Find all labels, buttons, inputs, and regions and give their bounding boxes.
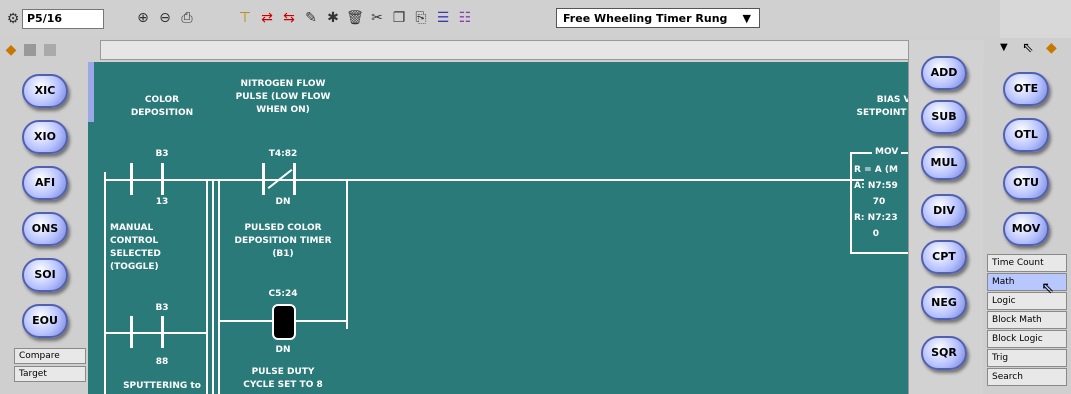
contact1-left (130, 163, 133, 195)
mov-button[interactable]: MOV (1003, 212, 1049, 246)
copy-icon[interactable]: ❐ (390, 9, 408, 27)
print-icon[interactable]: ⎙ (178, 9, 196, 27)
sub-button[interactable]: SUB (921, 100, 967, 134)
diamond-icon[interactable]: ◆ (1046, 40, 1057, 56)
add-button[interactable]: ADD (921, 56, 967, 90)
category-search[interactable]: Search (987, 368, 1067, 386)
contact2-address: B3 (155, 303, 169, 313)
mov-line: 0 (854, 229, 880, 239)
eou-button[interactable]: EOU (22, 304, 68, 338)
otl-button[interactable]: OTL (1003, 118, 1049, 152)
branch-wire (106, 332, 206, 334)
zoom-in-icon[interactable]: ⊕ (134, 9, 152, 27)
otu-button[interactable]: OTU (1003, 166, 1049, 200)
category-time-count[interactable]: Time Count (987, 254, 1067, 272)
xio-description: PULSED COLOR DEPOSITION TIMER (B1) (234, 223, 332, 259)
chevron-down-icon: ▼ (742, 12, 751, 25)
compare-tab[interactable]: Compare (14, 348, 86, 364)
xic-button[interactable]: XIC (22, 74, 68, 108)
math-palette: ADD SUB MUL DIV CPT NEG SQR (908, 40, 984, 394)
ote-button[interactable]: OTE (1003, 72, 1049, 106)
coil-bit: DN (275, 345, 291, 355)
page-number-field[interactable]: P5/16 (22, 9, 104, 29)
stop-icon[interactable] (24, 44, 36, 56)
mov-line: R: N7:23 (854, 213, 898, 223)
mov-line: R = A (M (854, 165, 898, 175)
mov-line: A: N7:59 (854, 181, 898, 191)
ladder-canvas[interactable]: COLOR DEPOSITION B3 13 MANUAL CONTROL SE… (88, 62, 938, 394)
main-toolbar: ⚙ P5/16 ⊕ ⊖ ⎙ ⊤ ⇄ ⇆ ✎ ✱ 🗑 ✂ ❐ ⎘ ☰ ☷ Free… (0, 0, 1000, 39)
mov-title: MOV (872, 146, 902, 159)
coil-element (272, 304, 296, 340)
category-trig[interactable]: Trig (987, 349, 1067, 367)
branch-line (346, 179, 348, 329)
ons-button[interactable]: ONS (22, 212, 68, 246)
paste-icon[interactable]: ⎘ (412, 9, 430, 27)
mul-button[interactable]: MUL (921, 146, 967, 180)
col2-title: NITROGEN FLOW PULSE (LOW FLOW WHEN ON) (235, 79, 331, 115)
sqr-button[interactable]: SQR (921, 336, 967, 370)
page-icon[interactable]: ⚙ (4, 10, 22, 28)
scroll-marker (88, 62, 94, 122)
left-instruction-palette: XIC XIO AFI ONS SOI EOU Compare Target (0, 62, 88, 394)
cut-icon[interactable]: ✂ (368, 9, 386, 27)
contact1-right (161, 163, 164, 195)
xio-bit: DN (275, 197, 291, 207)
list-icon[interactable]: ☰ (434, 9, 452, 27)
rung-selector-value: Free Wheeling Timer Rung (563, 12, 728, 25)
right-instruction-palette: OTE OTL OTU MOV Time Count Math Logic Bl… (983, 62, 1071, 394)
category-block-logic[interactable]: Block Logic (987, 330, 1067, 348)
xio-left (262, 163, 265, 195)
category-block-math[interactable]: Block Math (987, 311, 1067, 329)
chevron-down-icon[interactable]: ▼ (1000, 42, 1008, 53)
check-icon[interactable] (44, 44, 56, 56)
insert-rung-icon[interactable]: ⊤ (236, 9, 254, 27)
verify-icon[interactable]: ✱ (324, 9, 342, 27)
xio-address: T4:82 (268, 149, 298, 159)
contact1-description: MANUAL CONTROL SELECTED (TOGGLE) (110, 223, 161, 272)
comment-icon[interactable]: ✎ (302, 9, 320, 27)
coil-address: C5:24 (268, 289, 298, 299)
contact2-bit: 88 (155, 357, 169, 367)
category-math[interactable]: Math (987, 273, 1067, 291)
neg-button[interactable]: NEG (921, 286, 967, 320)
zoom-out-icon[interactable]: ⊖ (156, 9, 174, 27)
xio-right (293, 163, 296, 195)
pointer-icon[interactable]: ⇖ (1022, 40, 1034, 56)
contact1-address: B3 (155, 149, 169, 159)
branch-icon[interactable]: ⇄ (258, 9, 276, 27)
xio-button[interactable]: XIO (22, 120, 68, 154)
rung-selector[interactable]: Free Wheeling Timer Rung ▼ (556, 8, 760, 28)
coil-description: PULSE DUTY CYCLE SET TO 8 (243, 367, 323, 390)
col1-title: COLOR DEPOSITION (130, 95, 194, 118)
branch2-icon[interactable]: ⇆ (280, 9, 298, 27)
cpt-button[interactable]: CPT (921, 240, 967, 274)
mov-line: 70 (854, 197, 886, 207)
branch-line (218, 179, 220, 394)
contact2-description: SPUTTERING to (123, 381, 201, 391)
list2-icon[interactable]: ☷ (456, 9, 474, 27)
mouse-cursor-icon: ⇖ (1041, 278, 1055, 297)
div-button[interactable]: DIV (921, 194, 967, 228)
soi-button[interactable]: SOI (22, 258, 68, 292)
diamond-icon[interactable]: ◆ (2, 41, 20, 59)
right-title: BIAS VO SETPOINT fr (856, 95, 918, 118)
address-field[interactable] (100, 40, 912, 60)
delete-icon[interactable]: 🗑 (346, 9, 364, 27)
target-tab[interactable]: Target (14, 366, 86, 382)
category-logic[interactable]: Logic (987, 292, 1067, 310)
afi-button[interactable]: AFI (22, 166, 68, 200)
contact1-bit: 13 (155, 197, 169, 207)
